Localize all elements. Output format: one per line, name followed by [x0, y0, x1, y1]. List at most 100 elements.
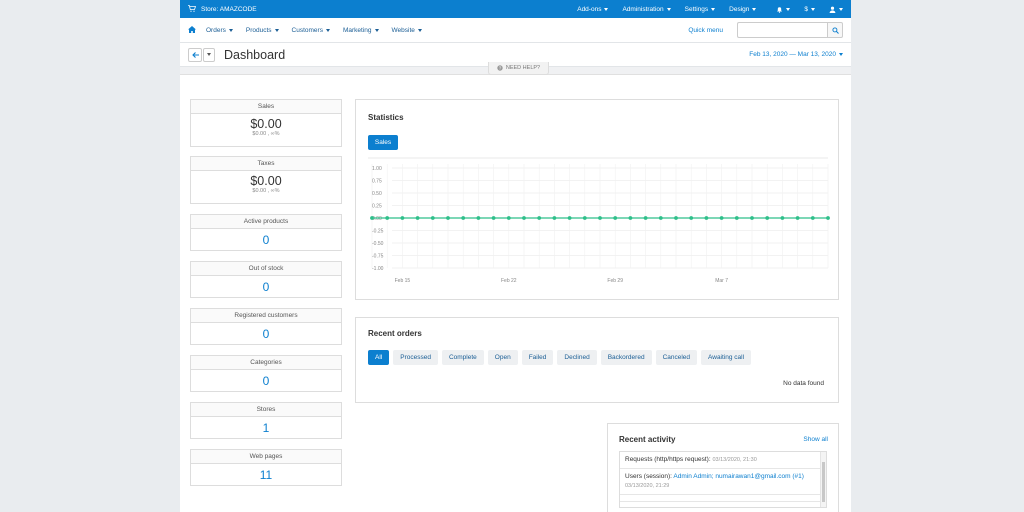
chart-y-ticks: 1.000.750.500.250.00-0.25-0.50-0.75-1.00 [372, 166, 384, 272]
scrollbar-thumb[interactable] [822, 462, 825, 502]
chart-data-point[interactable] [370, 216, 374, 220]
search-button[interactable] [827, 22, 843, 38]
caret-down-icon [374, 28, 379, 32]
chart-data-point[interactable] [734, 216, 739, 220]
stat-card-out-of-stock[interactable]: Out of stock 0 [190, 261, 342, 298]
chart-data-point[interactable] [765, 216, 770, 220]
chart-data-point[interactable] [461, 216, 466, 220]
tab-canceled[interactable]: Canceled [655, 350, 698, 365]
help-circle-icon: ? [497, 65, 503, 71]
chart-y-tick-label: 1.00 [372, 166, 382, 172]
chart-data-point[interactable] [430, 216, 435, 220]
nav-website[interactable]: Website [392, 27, 422, 34]
chart-data-point[interactable] [522, 216, 526, 220]
chart-data-point[interactable] [689, 216, 694, 220]
menu-label: Add-ons [577, 5, 602, 13]
notifications-menu[interactable] [776, 6, 791, 13]
stat-card-stores[interactable]: Stores 1 [190, 402, 342, 439]
user-menu[interactable] [829, 6, 843, 13]
stat-value: 0 [262, 233, 270, 247]
stat-card-sales[interactable]: Sales $0.00 $0.00 , ∞% [190, 99, 342, 147]
nav-products[interactable]: Products [246, 27, 279, 34]
chart-data-point[interactable] [446, 216, 450, 220]
stat-card-taxes[interactable]: Taxes $0.00 $0.00 , ∞% [190, 156, 342, 204]
stat-subvalue: $0.00 , ∞% [252, 188, 280, 194]
chart-x-tick-label: Feb 22 [501, 278, 517, 284]
page-title: Dashboard [224, 47, 286, 62]
chart-data-point[interactable] [810, 216, 815, 220]
chart-data-point[interactable] [567, 216, 572, 220]
chart-data-point[interactable] [826, 216, 830, 220]
chart-data-point[interactable] [537, 216, 542, 220]
tab-complete[interactable]: Complete [441, 350, 484, 365]
quick-menu-link[interactable]: Quick menu [688, 27, 723, 34]
search-input[interactable] [737, 22, 827, 38]
caret-down-icon [228, 28, 233, 32]
activity-scrollbar[interactable] [820, 452, 826, 507]
activity-item: Users (session): Admin Admin; numairawan… [620, 469, 826, 495]
activity-time: 03/13/2020, 21:29 [625, 483, 670, 489]
stat-card-registered-customers[interactable]: Registered customers 0 [190, 308, 342, 345]
recent-activity-title: Recent activity [619, 435, 676, 444]
menu-addons[interactable]: Add-ons [577, 5, 609, 13]
nav-customers[interactable]: Customers [292, 27, 330, 34]
statistics-panel: Statistics Sales 1.00 0.75 0.50 0.25 0.00 -0.… [355, 99, 839, 300]
chart-data-point[interactable] [704, 216, 709, 220]
stat-card-categories[interactable]: Categories 0 [190, 355, 342, 392]
chart-data-point[interactable] [552, 216, 557, 220]
tab-sales[interactable]: Sales [368, 135, 398, 150]
chart-data-point[interactable] [582, 216, 587, 220]
chart-data-point[interactable] [476, 216, 481, 220]
chart-grid [368, 157, 829, 269]
nav-orders[interactable]: Orders [206, 27, 233, 34]
main-nav: Orders Products Customers Marketing Webs… [180, 18, 851, 43]
chart-x-tick-label: Feb 29 [607, 278, 623, 284]
currency-menu[interactable]: $ [804, 6, 815, 13]
menu-design[interactable]: Design [729, 6, 757, 13]
nav-label: Customers [291, 26, 323, 34]
need-help-button[interactable]: ? NEED HELP? [488, 62, 549, 75]
home-icon[interactable] [188, 25, 196, 35]
menu-settings[interactable]: Settings [685, 6, 716, 13]
stat-value: 0 [262, 280, 270, 294]
tab-failed[interactable]: Failed [521, 350, 554, 365]
store-switcher[interactable]: Store: AMAZCODE [188, 4, 257, 14]
date-range-picker[interactable]: Feb 13, 2020 — Mar 13, 2020 [749, 51, 843, 58]
menu-administration[interactable]: Administration [622, 6, 671, 13]
chart-y-tick-label: -0.50 [372, 241, 384, 247]
back-button[interactable] [188, 47, 202, 62]
chart-data-point[interactable] [719, 216, 724, 220]
chart-data-point[interactable] [643, 216, 648, 220]
activity-item: Requests (http/https request): 03/13/202… [620, 452, 826, 469]
chart-data-point[interactable] [506, 216, 511, 220]
chart-data-point[interactable] [674, 216, 678, 220]
stat-card-web-pages[interactable]: Web pages 11 [190, 449, 342, 486]
tab-declined[interactable]: Declined [557, 350, 597, 365]
history-dropdown-button[interactable] [203, 47, 215, 62]
tab-awaiting-call[interactable]: Awaiting call [701, 350, 752, 365]
chart-data-point[interactable] [415, 216, 420, 220]
stat-card-active-products[interactable]: Active products 0 [190, 214, 342, 251]
chart-data-point[interactable] [780, 216, 785, 220]
tab-all[interactable]: All [368, 350, 390, 365]
chart-data-point[interactable] [598, 216, 602, 220]
nav-marketing[interactable]: Marketing [343, 27, 379, 34]
chart-data-point[interactable] [400, 216, 405, 220]
chart-x-ticks: Feb 15 Feb 22 Feb 29 Mar 7 [395, 278, 729, 284]
chart-data-point[interactable] [491, 216, 496, 220]
chart-data-point[interactable] [385, 216, 390, 220]
chart-data-point[interactable] [658, 216, 663, 220]
chart-data-point[interactable] [628, 216, 633, 220]
page-background-left [0, 0, 180, 512]
arrow-left-icon [191, 51, 199, 58]
chart-data-point[interactable] [613, 216, 618, 220]
chart-data-point[interactable] [750, 216, 754, 220]
tab-processed[interactable]: Processed [393, 350, 438, 365]
activity-user-link[interactable]: Admin Admin; numairawan1@gmail.com (#1) [673, 473, 804, 480]
tab-backordered[interactable]: Backordered [600, 350, 652, 365]
chart-data-point[interactable] [795, 216, 800, 220]
show-all-link[interactable]: Show all [803, 436, 828, 443]
tab-open[interactable]: Open [487, 350, 518, 365]
nav-label: Website [391, 26, 415, 34]
recent-orders-title: Recent orders [368, 329, 422, 338]
